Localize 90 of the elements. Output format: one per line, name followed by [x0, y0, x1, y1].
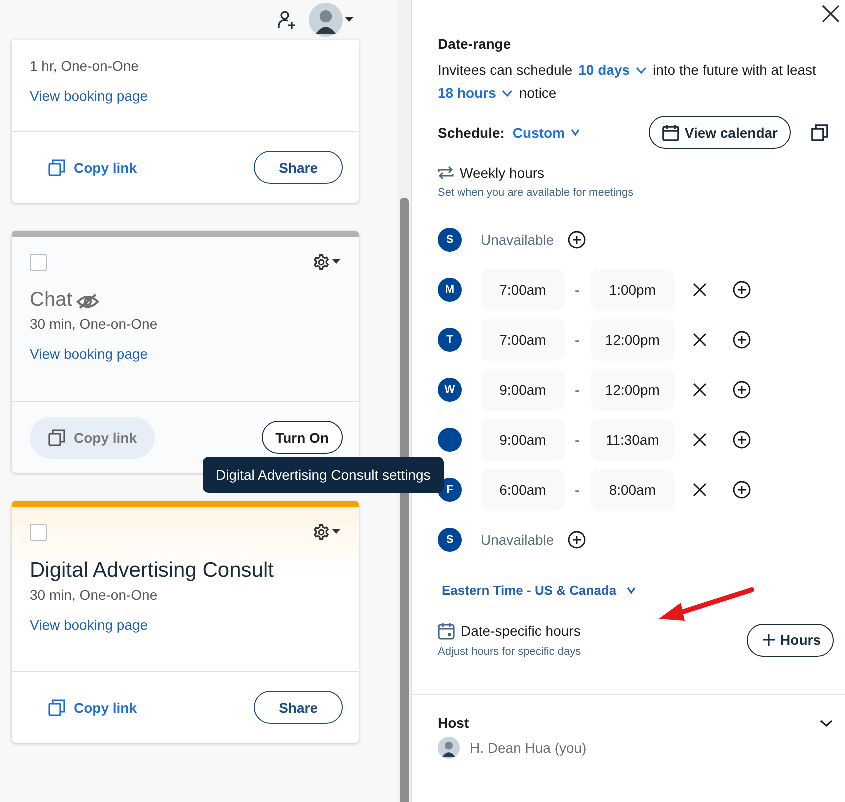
event-title: Chat: [30, 289, 72, 312]
chevron-icon: [502, 90, 514, 97]
remove-icon[interactable]: [692, 483, 707, 497]
chevron-icon: [636, 67, 648, 74]
unavailable-text: Unavailable: [481, 232, 554, 248]
copy-icon: [48, 698, 66, 716]
remove-icon[interactable]: [692, 383, 707, 397]
chevron-icon: [626, 587, 636, 594]
day-badge: M: [438, 278, 462, 302]
add-icon[interactable]: [732, 281, 751, 299]
time-field[interactable]: 9:00am: [481, 369, 565, 411]
host-name: H. Dean Hua (you): [470, 740, 587, 756]
section-heading: Host: [438, 715, 470, 731]
caret-icon: [345, 17, 354, 23]
copy-icon[interactable]: [811, 124, 829, 142]
hint-text: Adjust hours for specific days: [438, 646, 582, 658]
turn-on-button[interactable]: Turn On: [262, 421, 343, 454]
avatar-icon[interactable]: [309, 3, 343, 37]
copy-link-button[interactable]: Copy link: [30, 146, 156, 188]
booking-page-link[interactable]: View booking page: [30, 346, 148, 362]
tooltip: Digital Advertising Consult settings: [203, 457, 444, 493]
dash: -: [575, 432, 580, 448]
event-duration: 30 min, One-on-One: [30, 587, 159, 603]
checkbox[interactable]: [30, 524, 47, 540]
add-person-icon[interactable]: [277, 10, 297, 30]
add-icon[interactable]: [732, 481, 751, 499]
dropdown[interactable]: 18 hours: [438, 85, 514, 102]
view-calendar-button[interactable]: View calendar: [648, 116, 791, 149]
day-badge: [438, 428, 462, 452]
add-icon[interactable]: [568, 531, 586, 549]
avatar-icon: [438, 737, 460, 759]
add-icon[interactable]: [732, 331, 751, 349]
chevron-icon: [571, 129, 580, 136]
sentence-text: Invitees can schedule: [438, 62, 573, 79]
caret-icon: [332, 529, 341, 535]
time-field[interactable]: 7:00am: [481, 319, 565, 361]
repeat-icon: [438, 165, 454, 181]
section-heading: Date-range: [438, 36, 512, 52]
sentence-text: into the future with at least: [653, 62, 816, 79]
time-field[interactable]: 1:00pm: [590, 269, 675, 311]
day-badge: S: [438, 528, 462, 552]
booking-page-link[interactable]: View booking page: [30, 88, 148, 104]
share-button[interactable]: Share: [254, 691, 343, 724]
time-field[interactable]: 12:00pm: [590, 319, 675, 361]
add-icon[interactable]: [732, 431, 751, 449]
time-field[interactable]: 11:30am: [590, 419, 675, 461]
close-icon[interactable]: [821, 4, 841, 24]
unavailable-text: Unavailable: [481, 532, 554, 548]
share-button[interactable]: Share: [254, 151, 343, 184]
dash: -: [575, 332, 580, 348]
schedule-dropdown[interactable]: Custom: [512, 124, 580, 140]
add-icon[interactable]: [568, 231, 586, 249]
schedule-label: Schedule:: [438, 124, 505, 140]
dropdown[interactable]: 10 days: [578, 62, 648, 79]
event-title: Digital Advertising Consult: [30, 559, 274, 583]
calendar-icon: [662, 124, 680, 142]
time-field[interactable]: 8:00am: [590, 469, 675, 511]
booking-page-link[interactable]: View booking page: [30, 617, 148, 633]
add-hours-button[interactable]: Hours: [746, 624, 834, 656]
remove-icon[interactable]: [692, 333, 707, 347]
day-badge: T: [438, 328, 462, 352]
copy-icon: [48, 158, 66, 176]
day-badge: W: [438, 378, 462, 402]
section-title: Date-specific hours: [461, 623, 581, 639]
copy-icon: [48, 428, 66, 446]
remove-icon[interactable]: [692, 283, 707, 297]
add-icon[interactable]: [732, 381, 751, 399]
remove-icon[interactable]: [692, 433, 707, 447]
dash: -: [575, 482, 580, 498]
section-title: Weekly hours: [460, 165, 545, 181]
sentence-text: notice: [519, 85, 557, 102]
gear-icon[interactable]: [313, 254, 330, 270]
hint-text: Set when you are available for meetings: [438, 187, 635, 199]
chevron-icon: [820, 720, 833, 726]
copy-link-button[interactable]: Copy link: [30, 686, 156, 728]
time-field[interactable]: 12:00pm: [590, 369, 675, 411]
dash: -: [575, 382, 580, 398]
dash: -: [575, 282, 580, 298]
checkbox[interactable]: [30, 254, 47, 270]
event-duration: 30 min, One-on-One: [30, 316, 159, 332]
timezone-dropdown[interactable]: Eastern Time - US & Canada: [442, 583, 845, 598]
plus-icon: [762, 634, 775, 646]
event-duration: 1 hr, One-on-One: [30, 58, 140, 74]
time-field[interactable]: 9:00am: [481, 419, 565, 461]
calendar-icon: [438, 622, 455, 640]
caret-icon: [332, 259, 341, 265]
time-field[interactable]: 6:00am: [481, 469, 565, 511]
day-badge: S: [438, 228, 462, 252]
gear-icon[interactable]: [313, 524, 330, 540]
time-field[interactable]: 7:00am: [481, 269, 565, 311]
